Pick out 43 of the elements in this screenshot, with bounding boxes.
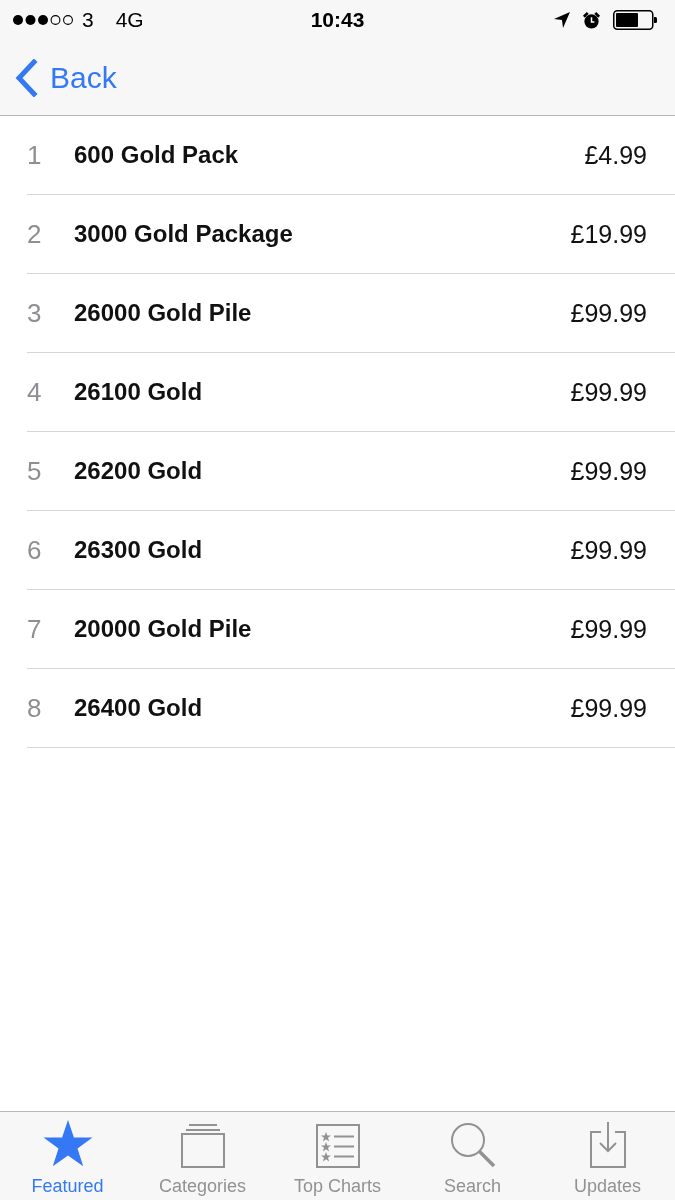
item-price: £99.99 — [570, 298, 647, 328]
rank-number: 4 — [27, 376, 43, 408]
rank-number: 3 — [27, 297, 43, 329]
rank-number: 8 — [27, 692, 43, 724]
search-icon — [449, 1122, 496, 1168]
tab-bar-item[interactable]: Updates — [540, 1112, 675, 1200]
tab-bar-item[interactable]: Top Charts — [270, 1112, 405, 1200]
signal-strength-icon — [12, 14, 74, 26]
rank-number: 1 — [27, 139, 43, 171]
item-name: 26200 Gold — [74, 457, 204, 485]
chevron-left-icon — [14, 58, 38, 97]
tab-bar-item[interactable]: Categories — [135, 1112, 270, 1200]
item-price: £99.99 — [570, 377, 647, 407]
rank-number: 5 — [27, 455, 43, 487]
item-name: 26000 Gold Pile — [74, 299, 253, 327]
rank-number: 7 — [27, 613, 43, 645]
stacked-cards-icon — [180, 1124, 225, 1168]
rank-number: 6 — [27, 534, 43, 566]
tab-bar-item[interactable]: Search — [405, 1112, 540, 1200]
item-name: 600 Gold Pack — [74, 141, 240, 169]
item-name: 26100 Gold — [74, 378, 204, 406]
item-price: £99.99 — [570, 456, 647, 486]
rank-number: 2 — [27, 218, 43, 250]
location-arrow-icon — [554, 12, 570, 28]
item-price: £99.99 — [570, 535, 647, 565]
item-price: £99.99 — [570, 614, 647, 644]
tab-bar-item[interactable]: Featured — [0, 1112, 135, 1200]
item-price: £19.99 — [570, 219, 647, 249]
alarm-clock-icon — [582, 10, 601, 30]
download-tray-icon — [589, 1122, 626, 1168]
back-button[interactable]: Back — [14, 58, 117, 97]
item-name: 26400 Gold — [74, 694, 204, 722]
network-label: 4G — [115, 8, 144, 32]
time-label: 10:43 — [310, 8, 365, 32]
carrier-label: 3 — [82, 8, 94, 32]
battery-icon — [613, 10, 657, 30]
item-name: 26300 Gold — [74, 536, 204, 564]
item-name: 20000 Gold Pile — [74, 615, 253, 643]
starred-list-icon — [315, 1124, 360, 1168]
item-name: 3000 Gold Package — [74, 220, 294, 248]
star-icon — [42, 1120, 93, 1168]
item-price: £99.99 — [570, 693, 647, 723]
item-price: £4.99 — [584, 140, 647, 170]
